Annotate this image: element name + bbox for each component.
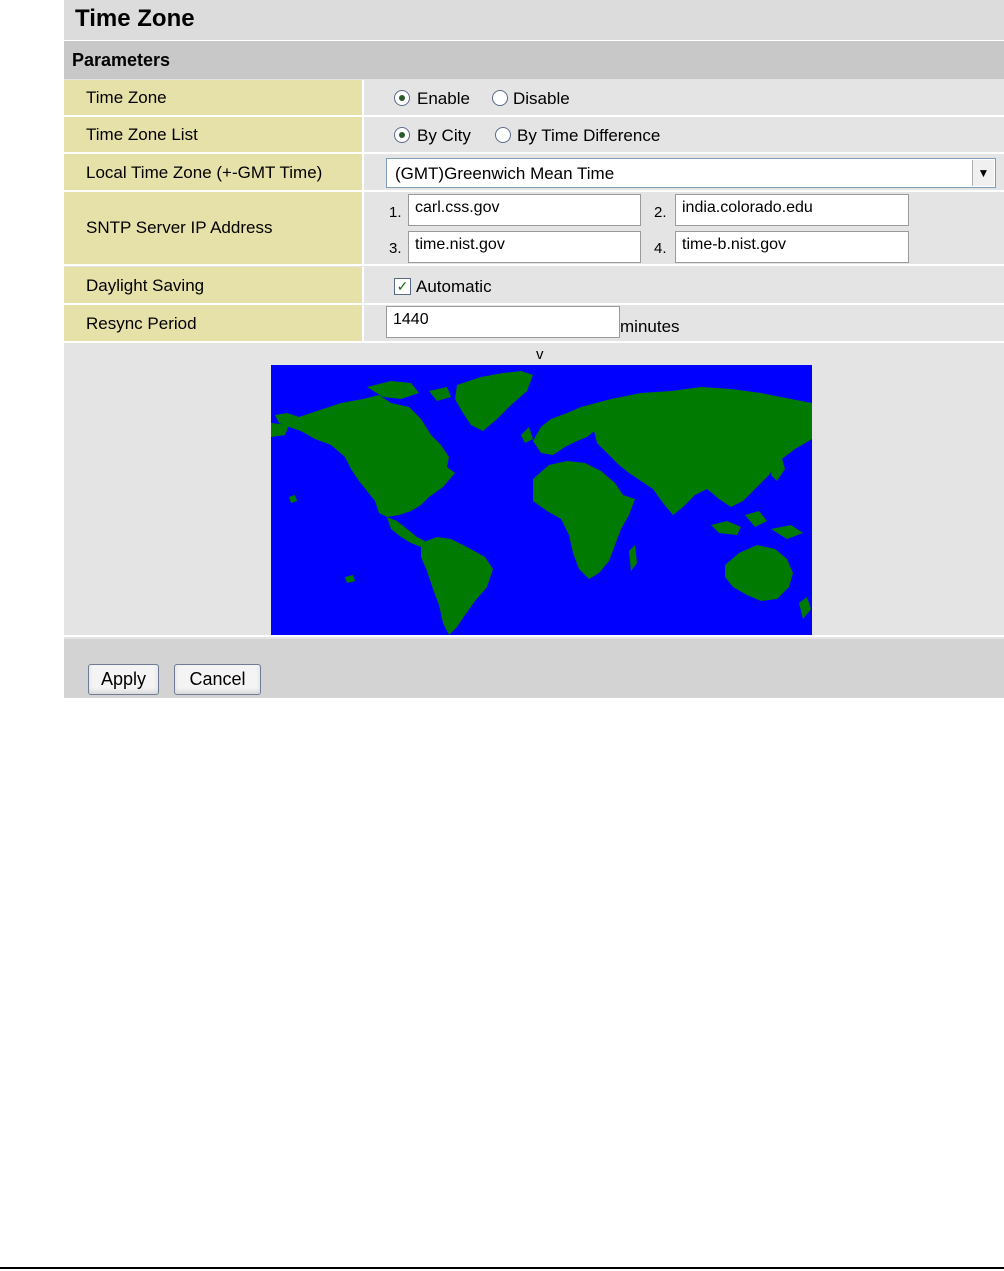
time-zone-panel: Time Zone Parameters Time Zone Enable Di… [64, 0, 1004, 698]
resync-period-label: Resync Period [86, 314, 197, 333]
row-sntp-server: SNTP Server IP Address 1. carl.css.gov 2… [64, 192, 1004, 266]
row-time-zone-list: Time Zone List By City By Time Differenc… [64, 117, 1004, 154]
by-city-label[interactable]: By City [417, 126, 471, 146]
row-value: ✓ Automatic [364, 267, 1004, 305]
row-label: Daylight Saving [64, 267, 362, 305]
server-2-number: 2. [654, 204, 667, 221]
sntp-server-3-input[interactable]: time.nist.gov [408, 231, 641, 263]
selected-value: (GMT)Greenwich Mean Time [395, 164, 615, 183]
local-time-zone-select[interactable]: (GMT)Greenwich Mean Time ▼ [386, 158, 996, 188]
row-value: By City By Time Difference [364, 117, 1004, 154]
resync-period-input[interactable]: 1440 [386, 306, 620, 338]
title-bar: Time Zone [64, 0, 1004, 41]
row-label: SNTP Server IP Address [64, 192, 362, 266]
disable-radio[interactable] [492, 90, 508, 106]
server-4-number: 4. [654, 240, 667, 257]
automatic-checkbox[interactable]: ✓ [394, 278, 411, 295]
row-label: Local Time Zone (+-GMT Time) [64, 154, 362, 192]
row-resync-period: Resync Period 1440 minutes [64, 305, 1004, 343]
row-daylight-saving: Daylight Saving ✓ Automatic [64, 267, 1004, 305]
row-local-time-zone: Local Time Zone (+-GMT Time) (GMT)Greenw… [64, 154, 1004, 192]
row-value: 1. carl.css.gov 2. india.colorado.edu 3.… [364, 192, 1004, 266]
sntp-server-2-input[interactable]: india.colorado.edu [675, 194, 909, 226]
time-zone-list-label: Time Zone List [86, 125, 198, 144]
sntp-server-1-input[interactable]: carl.css.gov [408, 194, 641, 226]
time-zone-map-area: v [64, 343, 1004, 637]
apply-button[interactable]: Apply [88, 664, 159, 695]
row-value: (GMT)Greenwich Mean Time ▼ [364, 154, 1004, 192]
automatic-label[interactable]: Automatic [416, 277, 492, 297]
local-time-zone-label: Local Time Zone (+-GMT Time) [86, 163, 323, 182]
enable-radio[interactable] [394, 90, 410, 106]
row-label: Time Zone List [64, 117, 362, 154]
button-bar: Apply Cancel [64, 639, 1004, 698]
chevron-down-icon[interactable]: ▼ [972, 160, 994, 186]
sntp-label: SNTP Server IP Address [86, 218, 273, 237]
map-position-marker: v [536, 346, 544, 363]
enable-label[interactable]: Enable [417, 89, 470, 109]
server-1-number: 1. [389, 204, 402, 221]
by-time-difference-label[interactable]: By Time Difference [517, 126, 660, 146]
disable-label[interactable]: Disable [513, 89, 570, 109]
by-city-radio[interactable] [394, 127, 410, 143]
server-3-number: 3. [389, 240, 402, 257]
minutes-unit: minutes [620, 317, 680, 336]
daylight-saving-label: Daylight Saving [86, 276, 205, 295]
by-time-difference-radio[interactable] [495, 127, 511, 143]
page-bottom-divider [0, 1267, 1004, 1269]
section-title: Parameters [72, 50, 171, 70]
row-label: Time Zone [64, 80, 362, 117]
row-time-zone: Time Zone Enable Disable [64, 80, 1004, 117]
page-title: Time Zone [75, 5, 195, 32]
row-value: 1440 minutes [364, 305, 1004, 343]
section-header: Parameters [64, 41, 1004, 79]
row-label: Resync Period [64, 305, 362, 343]
cancel-button[interactable]: Cancel [174, 664, 261, 695]
sntp-server-4-input[interactable]: time-b.nist.gov [675, 231, 909, 263]
time-zone-label: Time Zone [86, 88, 167, 107]
row-value: Enable Disable [364, 80, 1004, 117]
world-map[interactable] [271, 365, 812, 635]
